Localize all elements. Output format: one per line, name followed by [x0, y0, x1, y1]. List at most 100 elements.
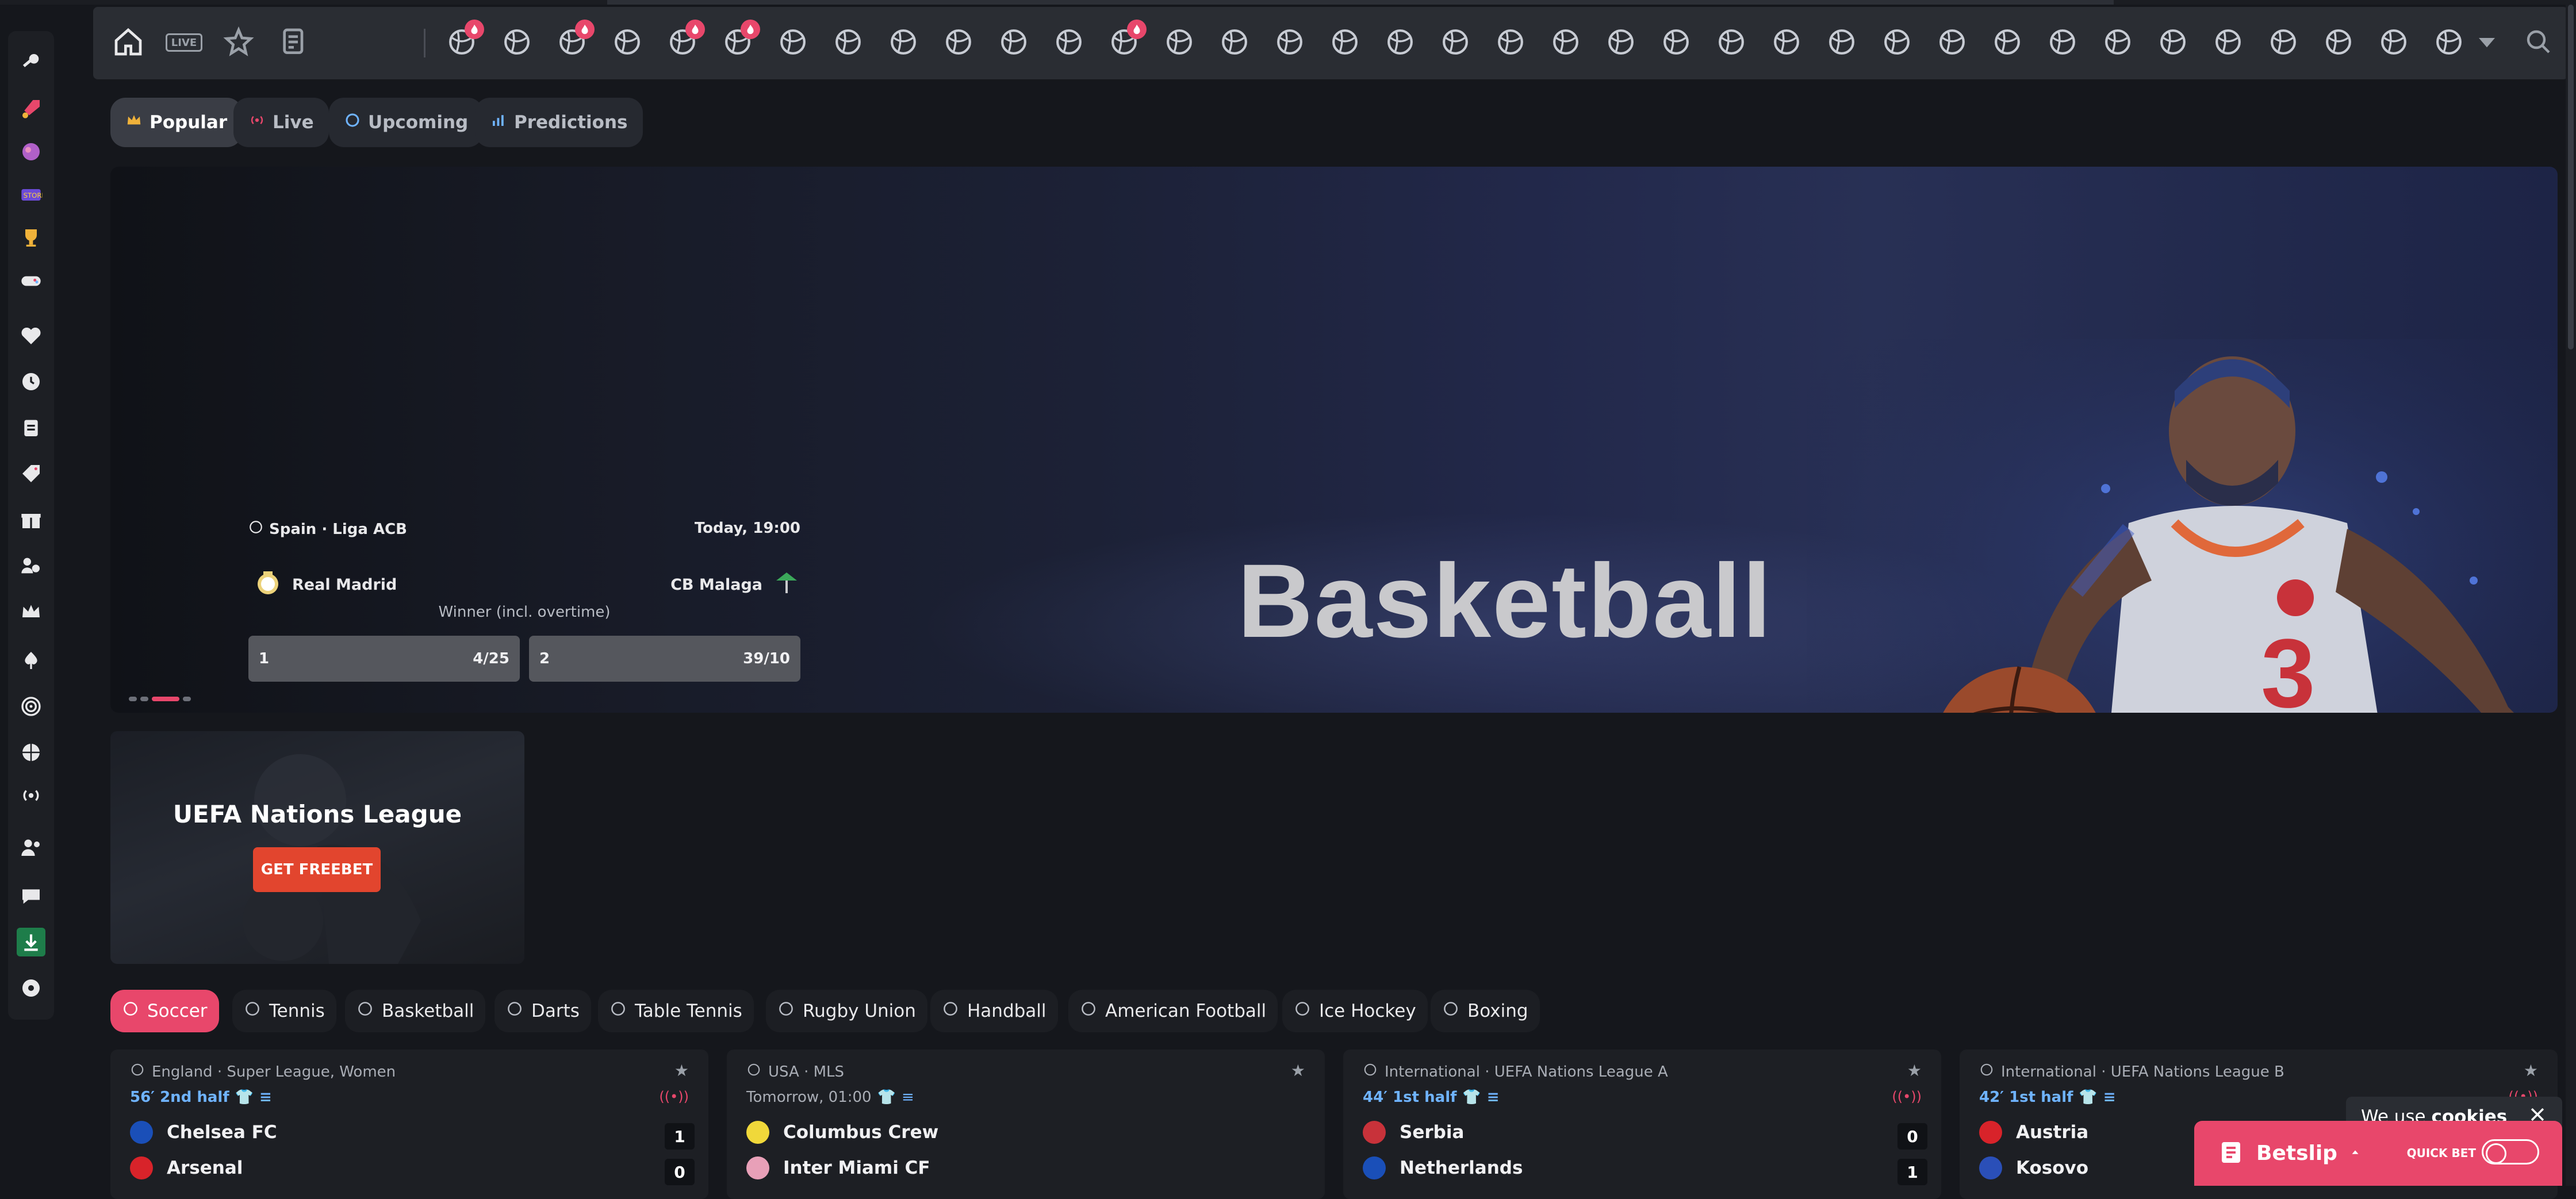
- basketball-icon[interactable]: [665, 20, 705, 60]
- basketball-icon[interactable]: [17, 738, 45, 767]
- badminton-icon[interactable]: [1989, 24, 2025, 60]
- gamepad-icon[interactable]: [17, 267, 45, 295]
- tennis-icon[interactable]: [554, 20, 595, 60]
- card-icon[interactable]: [2045, 24, 2080, 60]
- chip-predictions[interactable]: Predictions: [475, 98, 643, 147]
- rocket-icon[interactable]: [17, 94, 45, 123]
- promo-card[interactable]: UEFA Nations League GET FREEBET: [110, 731, 524, 964]
- chip-upcoming[interactable]: Upcoming: [329, 98, 484, 147]
- sport-tab-ice-hockey[interactable]: Ice Hockey: [1282, 990, 1428, 1032]
- aussie-icon[interactable]: [2210, 24, 2246, 60]
- soccer-virtual-icon[interactable]: [720, 20, 760, 60]
- horse-icon[interactable]: [1327, 24, 1363, 60]
- tag-icon[interactable]: [17, 459, 45, 488]
- american-football-icon[interactable]: [2100, 24, 2136, 60]
- get-freebet-button[interactable]: GET FREEBET: [253, 847, 381, 892]
- left-sidebar: STORE: [8, 31, 54, 1020]
- valorant-icon[interactable]: [1051, 24, 1087, 60]
- ufc-icon[interactable]: [1382, 24, 1418, 60]
- esports-icon[interactable]: [2431, 24, 2467, 60]
- volta-icon[interactable]: [1438, 24, 1473, 60]
- chevron-up-icon[interactable]: [2349, 1146, 2362, 1161]
- racket-icon[interactable]: [2376, 24, 2412, 60]
- baseball-icon[interactable]: [830, 24, 866, 60]
- sport-tab-rugby-union[interactable]: Rugby Union: [766, 990, 927, 1032]
- cycle-icon[interactable]: [2155, 24, 2191, 60]
- spade-icon[interactable]: [17, 646, 45, 675]
- page-scrollbar[interactable]: [2566, 0, 2576, 1186]
- snooker-icon[interactable]: [1548, 24, 1584, 60]
- soccer-icon[interactable]: [444, 20, 484, 60]
- chip-popular[interactable]: Popular: [110, 98, 243, 147]
- favorite-star-icon[interactable]: ★: [1907, 1061, 1922, 1080]
- efootball-icon[interactable]: [1824, 24, 1860, 60]
- odd-button-away[interactable]: 2 39/10: [529, 636, 800, 682]
- runner-icon[interactable]: [1106, 20, 1147, 60]
- flag-icon[interactable]: [1272, 24, 1308, 60]
- rugby-ball-icon[interactable]: [1934, 24, 1970, 60]
- chess-icon[interactable]: [1217, 24, 1252, 60]
- users-icon[interactable]: [17, 551, 45, 580]
- star-icon[interactable]: [221, 24, 256, 60]
- sport-tab-darts[interactable]: Darts: [494, 990, 591, 1032]
- target-icon[interactable]: [499, 24, 535, 60]
- sport-tab-tennis[interactable]: Tennis: [232, 990, 336, 1032]
- home-icon[interactable]: [110, 24, 146, 60]
- favorite-star-icon[interactable]: ★: [1291, 1061, 1305, 1080]
- live-icon[interactable]: LIVE: [166, 33, 202, 52]
- sport-tab-handball[interactable]: Handball: [930, 990, 1058, 1032]
- player-icon[interactable]: [1713, 24, 1749, 60]
- event-card[interactable]: USA · MLS ★ Tomorrow, 01:00 👕 ≡ Columbus Crew…: [727, 1050, 1325, 1199]
- event-card[interactable]: England · Super League, Women ★ 56′ 2nd ha…: [110, 1050, 708, 1199]
- chip-live[interactable]: Live: [233, 98, 329, 147]
- target-icon[interactable]: [17, 692, 45, 721]
- phone-icon[interactable]: [2321, 24, 2356, 60]
- carousel-dot[interactable]: [140, 697, 148, 701]
- carousel-dot[interactable]: [183, 697, 191, 701]
- clipboard-icon[interactable]: [17, 413, 45, 442]
- crown-icon[interactable]: [17, 597, 45, 626]
- sport-tab-table-tennis[interactable]: Table Tennis: [598, 990, 754, 1032]
- key-icon[interactable]: [17, 48, 45, 77]
- gift-icon[interactable]: [17, 505, 45, 534]
- quick-bet-toggle[interactable]: [2482, 1139, 2539, 1165]
- favorite-star-icon[interactable]: ★: [2524, 1061, 2538, 1080]
- sport-tab-basketball[interactable]: Basketball: [345, 990, 486, 1032]
- carousel-dot-active[interactable]: [152, 697, 179, 701]
- golf-icon[interactable]: [775, 24, 811, 60]
- carousel-dot[interactable]: [129, 697, 137, 701]
- ball-icon[interactable]: [17, 974, 45, 1002]
- hero-banner[interactable]: 3 Basketball Spain · Liga ACB Today, 19:…: [110, 167, 2558, 713]
- clock-icon[interactable]: [17, 367, 45, 396]
- favorite-star-icon[interactable]: ★: [674, 1061, 689, 1080]
- fist-icon[interactable]: [1658, 24, 1694, 60]
- volleyball-icon[interactable]: [941, 24, 976, 60]
- odd-button-home[interactable]: 1 4/25: [248, 636, 520, 682]
- download-icon[interactable]: [17, 928, 45, 956]
- dota-icon[interactable]: [1162, 24, 1197, 60]
- cricket-icon[interactable]: [1603, 24, 1639, 60]
- store-icon[interactable]: STORE: [17, 180, 45, 209]
- hockey-icon[interactable]: [610, 24, 645, 60]
- chevron-down-icon[interactable]: [2469, 24, 2505, 60]
- sport-tab-boxing[interactable]: Boxing: [1431, 990, 1540, 1032]
- chat-icon[interactable]: [17, 882, 45, 910]
- soccer-icon: [1363, 1062, 1378, 1081]
- planet-icon[interactable]: [17, 137, 45, 166]
- sport-tab-american-football[interactable]: American Football: [1068, 990, 1278, 1032]
- coupon-icon[interactable]: [276, 24, 312, 60]
- bowling-icon[interactable]: [2266, 24, 2301, 60]
- heart-icon[interactable]: [17, 321, 45, 350]
- sport-tab-soccer[interactable]: Soccer: [110, 990, 219, 1032]
- trophy-icon[interactable]: [17, 224, 45, 252]
- rugby-icon[interactable]: [885, 24, 921, 60]
- broadcast-icon[interactable]: [17, 781, 45, 810]
- futsal-icon[interactable]: [1769, 24, 1804, 60]
- user-group-icon[interactable]: [17, 833, 45, 862]
- paddle-icon[interactable]: [1879, 24, 1915, 60]
- search-icon[interactable]: [2521, 24, 2556, 60]
- mma-icon[interactable]: [996, 24, 1032, 60]
- event-card[interactable]: International · UEFA Nations League A ★ 44…: [1343, 1050, 1941, 1199]
- penalty-icon[interactable]: [1493, 24, 1528, 60]
- betslip-bar[interactable]: Betslip QUICK BET: [2194, 1121, 2562, 1186]
